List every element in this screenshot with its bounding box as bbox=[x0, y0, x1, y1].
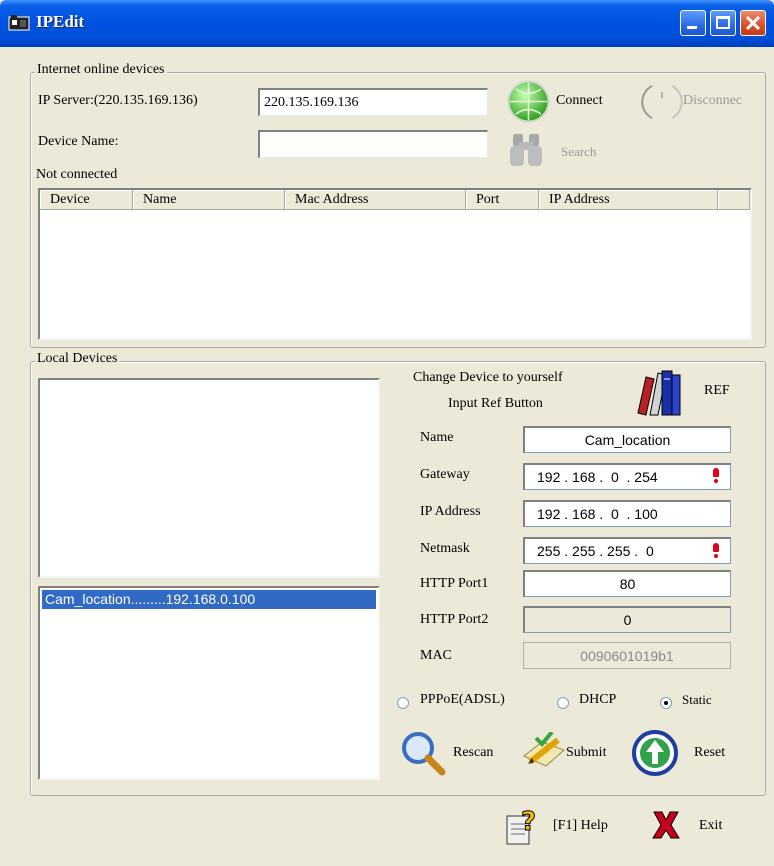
col-mac-address[interactable]: Mac Address bbox=[285, 190, 466, 210]
camera-icon bbox=[8, 15, 30, 31]
name-label: Name bbox=[420, 430, 454, 445]
dhcp-label[interactable]: DHCP bbox=[579, 692, 616, 708]
ip-address-input[interactable] bbox=[523, 500, 731, 527]
dhcp-radio[interactable] bbox=[557, 697, 569, 709]
connect-button[interactable]: Connect bbox=[556, 93, 603, 109]
ip-server-input[interactable] bbox=[258, 88, 488, 116]
globe-connect-icon bbox=[507, 80, 550, 123]
exit-button[interactable]: Exit bbox=[699, 818, 722, 834]
local-devices-upper-panel[interactable] bbox=[38, 378, 380, 578]
maximize-icon bbox=[716, 16, 730, 29]
mac-input bbox=[523, 642, 731, 669]
col-port[interactable]: Port bbox=[466, 190, 539, 210]
window-title: IPEdit bbox=[36, 12, 85, 31]
ref-instruction-line2: Input Ref Button bbox=[448, 396, 543, 411]
col-device[interactable]: Device bbox=[40, 190, 133, 210]
device-name-input[interactable] bbox=[258, 130, 488, 158]
minimize-button[interactable] bbox=[680, 10, 706, 36]
list-item[interactable]: Cam_location.........192.168.0.100 bbox=[42, 590, 376, 609]
ref-button[interactable]: REF bbox=[704, 383, 730, 399]
internet-devices-label: Internet online devices bbox=[35, 62, 167, 78]
col-name[interactable]: Name bbox=[133, 190, 285, 210]
mac-label: MAC bbox=[420, 648, 452, 663]
up-arrow-icon[interactable] bbox=[632, 730, 678, 776]
netmask-label: Netmask bbox=[420, 541, 470, 556]
binoculars-icon[interactable] bbox=[507, 130, 547, 170]
col-ip-address[interactable]: IP Address bbox=[539, 190, 718, 210]
maximize-button[interactable] bbox=[710, 10, 736, 36]
http-port2-input[interactable] bbox=[523, 606, 731, 633]
exit-x-icon[interactable] bbox=[648, 808, 684, 842]
svg-text:?: ? bbox=[521, 807, 536, 837]
http-port1-label: HTTP Port1 bbox=[420, 576, 489, 591]
search-button[interactable]: Search bbox=[561, 144, 596, 160]
http-port1-input[interactable] bbox=[523, 570, 731, 597]
help-button[interactable]: [F1] Help bbox=[553, 818, 608, 834]
title-bar[interactable]: IPEdit bbox=[0, 0, 774, 47]
netmask-input[interactable] bbox=[523, 537, 731, 564]
pencil-check-icon[interactable] bbox=[520, 732, 568, 774]
local-device-list[interactable]: Cam_location.........192.168.0.100 bbox=[38, 586, 380, 780]
reset-button[interactable]: Reset bbox=[694, 745, 725, 761]
connect-button-icon-wrap[interactable] bbox=[507, 80, 550, 123]
rescan-button[interactable]: Rescan bbox=[453, 745, 493, 761]
submit-button[interactable]: Submit bbox=[566, 745, 606, 761]
disconnect-button[interactable]: Disconnec bbox=[683, 93, 742, 109]
static-label[interactable]: Static bbox=[682, 692, 712, 708]
static-radio[interactable] bbox=[660, 697, 672, 709]
local-devices-label: Local Devices bbox=[35, 351, 120, 367]
close-button[interactable] bbox=[740, 10, 766, 36]
col-filler bbox=[718, 190, 750, 210]
ref-instruction-line1: Change Device to yourself bbox=[413, 370, 563, 385]
books-icon[interactable] bbox=[632, 365, 684, 417]
name-input[interactable] bbox=[523, 426, 731, 453]
connection-status: Not connected bbox=[36, 167, 118, 182]
pppoe-radio[interactable] bbox=[397, 697, 409, 709]
magnifier-icon[interactable] bbox=[400, 730, 446, 776]
online-device-list[interactable]: Device Name Mac Address Port IP Address bbox=[38, 188, 752, 340]
ip-address-label: IP Address bbox=[420, 504, 481, 519]
device-name-label: Device Name: bbox=[38, 134, 119, 149]
gateway-input[interactable] bbox=[523, 463, 731, 490]
help-icon[interactable]: ? bbox=[504, 806, 542, 846]
close-icon bbox=[746, 16, 760, 30]
online-device-list-header: Device Name Mac Address Port IP Address bbox=[40, 190, 750, 210]
disconnect-icon[interactable] bbox=[640, 82, 684, 122]
pppoe-label[interactable]: PPPoE(ADSL) bbox=[420, 692, 505, 708]
ip-server-label: IP Server:(220.135.169.136) bbox=[38, 93, 198, 108]
minimize-icon bbox=[687, 26, 697, 29]
gateway-label: Gateway bbox=[420, 467, 470, 482]
http-port2-label: HTTP Port2 bbox=[420, 612, 489, 627]
